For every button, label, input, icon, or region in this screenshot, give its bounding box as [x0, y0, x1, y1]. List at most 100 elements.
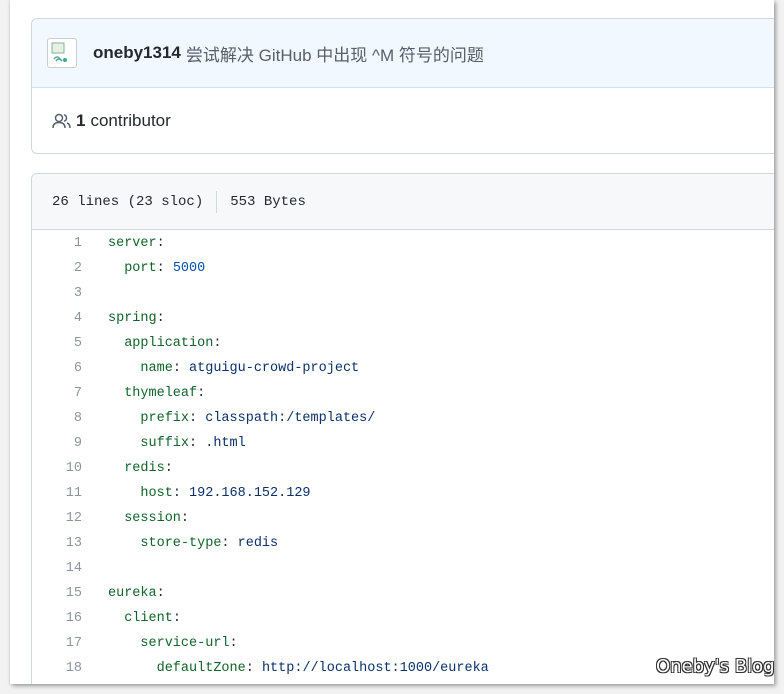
line-content: thymeleaf:	[82, 381, 205, 406]
line-content: session:	[82, 506, 189, 531]
line-content: server:	[82, 231, 165, 256]
yaml-key: defaultZone	[156, 661, 246, 676]
line-number[interactable]: 18	[32, 656, 82, 681]
line-content: store-type: redis	[82, 531, 278, 556]
code-line: 16 client:	[32, 606, 774, 631]
line-number[interactable]: 14	[32, 556, 82, 581]
yaml-separator: :	[156, 311, 165, 326]
commit-header: oneby1314 尝试解决 GitHub 中出现 ^M 符号的问题	[32, 19, 774, 88]
file-lines-info: 26 lines (23 sloc)	[52, 193, 204, 210]
yaml-separator: :	[221, 536, 238, 551]
code-line: 14	[32, 556, 774, 581]
line-number[interactable]: 5	[32, 331, 82, 356]
yaml-separator: :	[213, 336, 222, 351]
yaml-key: host	[140, 486, 173, 501]
yaml-key: client	[124, 611, 173, 626]
line-number[interactable]: 13	[32, 531, 82, 556]
yaml-value: .html	[205, 436, 246, 451]
file-box: 26 lines (23 sloc) 553 Bytes 1 server: 2 p…	[31, 173, 774, 684]
line-content: service-url:	[82, 631, 238, 656]
broken-image-icon	[51, 42, 67, 62]
code-line: 15 eureka:	[32, 581, 774, 606]
yaml-value: classpath:/templates/	[205, 411, 376, 426]
people-icon	[52, 113, 71, 128]
line-number[interactable]: 2	[32, 256, 82, 281]
yaml-key: session	[124, 511, 181, 526]
yaml-value: atguigu-crowd-project	[189, 361, 360, 376]
yaml-key: server	[108, 236, 157, 251]
line-content: host: 192.168.152.129	[82, 481, 311, 506]
code-line: 5 application:	[32, 331, 774, 356]
line-number[interactable]: 16	[32, 606, 82, 631]
line-content: defaultZone: http://localhost:1000/eurek…	[82, 656, 489, 681]
yaml-separator: :	[245, 661, 262, 676]
line-number[interactable]: 12	[32, 506, 82, 531]
code-line: 12 session:	[32, 506, 774, 531]
line-number[interactable]: 10	[32, 456, 82, 481]
yaml-separator: :	[164, 461, 173, 476]
file-info-bar: 26 lines (23 sloc) 553 Bytes	[32, 174, 774, 230]
contributors-row[interactable]: 1 contributor	[32, 88, 774, 153]
code-line: 9 suffix: .html	[32, 431, 774, 456]
contributor-count: 1	[76, 110, 86, 130]
code-line: 1 server:	[32, 231, 774, 256]
code-line: 8 prefix: classpath:/templates/	[32, 406, 774, 431]
yaml-value: redis	[237, 536, 279, 551]
contributor-label: contributor	[90, 110, 171, 130]
line-content	[82, 281, 108, 306]
yaml-value: 192.168.152.129	[189, 486, 311, 501]
code-line: 3	[32, 281, 774, 306]
latest-commit-box: oneby1314 尝试解决 GitHub 中出现 ^M 符号的问题 1 con…	[31, 18, 774, 154]
yaml-separator: :	[229, 636, 238, 651]
screenshot-frame: oneby1314 尝试解决 GitHub 中出现 ^M 符号的问题 1 con…	[10, 0, 774, 684]
yaml-value: http://localhost:1000/eureka	[261, 661, 489, 676]
line-number[interactable]: 17	[32, 631, 82, 656]
line-content	[82, 556, 108, 581]
yaml-key: service-url	[140, 636, 230, 651]
line-number[interactable]: 15	[32, 581, 82, 606]
code-line: 6 name: atguigu-crowd-project	[32, 356, 774, 381]
yaml-separator: :	[156, 586, 165, 601]
line-content: port: 5000	[82, 256, 205, 281]
code-line: 17 service-url:	[32, 631, 774, 656]
line-content: name: atguigu-crowd-project	[82, 356, 359, 381]
yaml-key: port	[124, 261, 157, 276]
yaml-key: eureka	[108, 586, 157, 601]
yaml-key: application	[124, 336, 214, 351]
line-content: spring:	[82, 306, 165, 331]
line-number[interactable]: 7	[32, 381, 82, 406]
avatar[interactable]	[47, 38, 77, 68]
yaml-separator: :	[197, 386, 206, 401]
yaml-key: prefix	[140, 411, 190, 426]
commit-author-link[interactable]: oneby1314	[93, 43, 181, 63]
yaml-separator: :	[180, 511, 190, 526]
line-content: redis:	[82, 456, 173, 481]
yaml-separator: :	[172, 486, 190, 501]
commit-message-link[interactable]: 尝试解决 GitHub 中出现 ^M 符号的问题	[186, 41, 484, 66]
yaml-key: thymeleaf	[124, 386, 198, 401]
line-number[interactable]: 4	[32, 306, 82, 331]
line-number[interactable]: 11	[32, 481, 82, 506]
line-number[interactable]: 6	[32, 356, 82, 381]
code-line: 10 redis:	[32, 456, 774, 481]
line-number[interactable]: 1	[32, 231, 82, 256]
yaml-separator: :	[156, 236, 165, 251]
line-number[interactable]: 8	[32, 406, 82, 431]
code-line: 7 thymeleaf:	[32, 381, 774, 406]
line-number[interactable]: 9	[32, 431, 82, 456]
yaml-separator: :	[172, 361, 190, 376]
divider	[216, 190, 218, 213]
line-number[interactable]: 3	[32, 281, 82, 306]
watermark: Oneby's Blog	[656, 656, 775, 677]
yaml-separator: :	[189, 436, 206, 451]
